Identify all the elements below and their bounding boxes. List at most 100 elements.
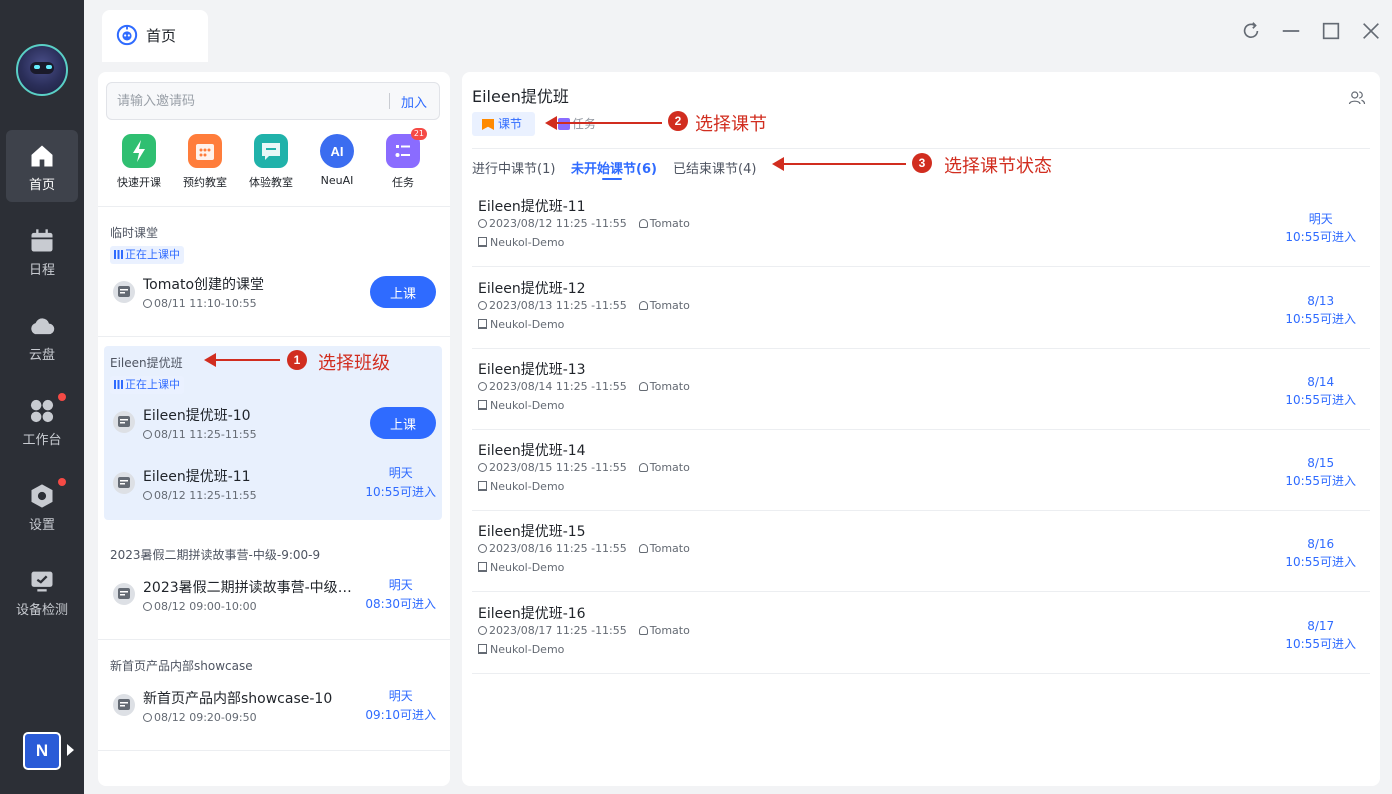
- clock-icon: [478, 463, 487, 472]
- lesson-location: Neukol-Demo: [478, 643, 564, 656]
- lesson-row[interactable]: Eileen提优班-12 2023/08/13 11:25 -11:55 Toma…: [472, 268, 1370, 349]
- user-icon: [638, 544, 648, 553]
- live-status-tag: 正在上课中: [110, 376, 184, 394]
- quick-start-class-button[interactable]: 快速开课: [106, 134, 172, 190]
- lesson-icon: [113, 583, 135, 605]
- device-check-icon: [31, 571, 53, 592]
- chat-icon: [254, 134, 288, 168]
- clock-icon: [478, 544, 487, 553]
- lesson-row[interactable]: Eileen提优班-14 2023/08/15 11:25 -11:55 Toma…: [472, 430, 1370, 511]
- live-status-tag: 正在上课中: [110, 246, 184, 264]
- active-tab-indicator: [602, 178, 622, 180]
- lesson-name[interactable]: Tomato创建的课堂: [143, 274, 264, 294]
- class-list-panel: 加入 快速开课 预约教室 体验教室 AI NeuAI 21 任务 临时课堂 正在…: [98, 72, 450, 786]
- lesson-name[interactable]: 新首页产品内部showcase-10: [143, 688, 332, 708]
- lesson-icon: [113, 472, 135, 494]
- lesson-time: 08/12 09:20-09:50: [143, 711, 257, 724]
- divider: [98, 750, 450, 751]
- refresh-icon[interactable]: [1240, 20, 1262, 42]
- annotation-number-3: 3: [912, 153, 932, 173]
- user-icon: [638, 301, 648, 310]
- lesson-name[interactable]: 2023暑假二期拼读故事营-中级-9:00-9: [143, 577, 353, 597]
- lesson-name: Eileen提优班-16: [478, 606, 586, 622]
- lesson-row[interactable]: Eileen提优班-11 2023/08/12 11:25 -11:55 Toma…: [472, 186, 1370, 267]
- clock-icon: [143, 430, 152, 439]
- join-button[interactable]: 加入: [401, 92, 427, 111]
- members-icon[interactable]: [1348, 89, 1366, 107]
- trial-classroom-button[interactable]: 体验教室: [238, 134, 304, 190]
- enter-time-info: 明天 10:55可进入: [365, 466, 436, 499]
- clock-icon: [478, 301, 487, 310]
- notification-dot: [58, 393, 66, 401]
- start-class-button[interactable]: 上课: [370, 276, 436, 308]
- user-icon: [638, 219, 648, 228]
- sidebar-item-cloud[interactable]: 云盘: [6, 300, 78, 372]
- divider: [472, 148, 1370, 149]
- lesson-name[interactable]: Eileen提优班-11: [143, 466, 251, 486]
- tab-task[interactable]: 任务: [558, 112, 596, 136]
- class-group-title[interactable]: 2023暑假二期拼读故事营-中级-9:00-9: [110, 546, 320, 563]
- building-icon: [478, 562, 487, 572]
- lesson-row[interactable]: Eileen提优班-15 2023/08/16 11:25 -11:55 Toma…: [472, 511, 1370, 592]
- lesson-time: 2023/08/16 11:25 -11:55 Tomato: [478, 542, 690, 555]
- sidebar-item-device-check[interactable]: 设备检测: [6, 555, 78, 627]
- tab-lesson[interactable]: 课节: [472, 112, 535, 136]
- annotation-arrow-2: [545, 116, 662, 130]
- start-class-button[interactable]: 上课: [370, 407, 436, 439]
- lesson-location: Neukol-Demo: [478, 561, 564, 574]
- user-icon: [638, 626, 648, 635]
- lesson-icon: [113, 411, 135, 433]
- workbench-icon: [30, 399, 54, 423]
- tab-home[interactable]: 首页: [102, 10, 208, 62]
- sidebar-item-label: 云盘: [28, 348, 55, 363]
- class-group-title[interactable]: 新首页产品内部showcase: [110, 657, 253, 674]
- lesson-name: Eileen提优班-13: [478, 362, 586, 378]
- sidebar-item-label: 设备检测: [15, 603, 68, 618]
- calendar-icon: [31, 229, 53, 252]
- building-icon: [478, 481, 487, 491]
- annotation-number-2: 2: [668, 111, 688, 131]
- lesson-time: 2023/08/12 11:25 -11:55 Tomato: [478, 217, 690, 230]
- invite-code-input[interactable]: [117, 91, 377, 111]
- sidebar-item-workbench[interactable]: 工作台: [6, 385, 78, 457]
- tab-in-progress[interactable]: 进行中课节(1): [472, 158, 555, 177]
- enter-time-info: 8/15 10:55可进入: [1285, 456, 1356, 488]
- book-classroom-button[interactable]: 预约教室: [172, 134, 238, 190]
- sidebar-item-settings[interactable]: 设置: [6, 470, 78, 542]
- live-bars-icon: [114, 380, 123, 389]
- lesson-name[interactable]: Eileen提优班-10: [143, 405, 251, 425]
- enter-time-info: 8/16 10:55可进入: [1285, 537, 1356, 569]
- class-group-title[interactable]: Eileen提优班: [110, 354, 183, 371]
- sidebar-item-home[interactable]: 首页: [6, 130, 78, 202]
- lesson-location: Neukol-Demo: [478, 480, 564, 493]
- tab-not-started[interactable]: 未开始课节(6): [571, 158, 657, 177]
- sidebar: 首页 日程 云盘 工作台 设置 设备检测 N: [0, 0, 84, 794]
- maximize-icon[interactable]: [1320, 20, 1342, 42]
- building-icon: [478, 644, 487, 654]
- clock-icon: [143, 299, 152, 308]
- enter-time-info: 8/17 10:55可进入: [1285, 619, 1356, 651]
- enter-time-info: 明天 09:10可进入: [365, 689, 436, 722]
- tab-ended[interactable]: 已结束课节(4): [673, 158, 756, 177]
- annotation-arrow-1: [204, 353, 280, 367]
- annotation-text-3: 选择课节状态: [944, 156, 1052, 177]
- robot-logo-icon: [116, 24, 138, 46]
- neuai-button[interactable]: AI NeuAI: [304, 134, 370, 187]
- lesson-name: Eileen提优班-15: [478, 524, 586, 540]
- enter-time-info: 8/13 10:55可进入: [1285, 294, 1356, 326]
- lesson-time: 2023/08/13 11:25 -11:55 Tomato: [478, 299, 690, 312]
- clock-icon: [478, 626, 487, 635]
- lesson-row[interactable]: Eileen提优班-13 2023/08/14 11:25 -11:55 Toma…: [472, 349, 1370, 430]
- sidebar-item-schedule[interactable]: 日程: [6, 215, 78, 287]
- task-button[interactable]: 21 任务: [370, 128, 436, 190]
- avatar[interactable]: [16, 44, 68, 96]
- lightning-icon: [122, 134, 156, 168]
- clock-icon: [143, 713, 152, 722]
- class-group-title[interactable]: 临时课堂: [110, 224, 158, 241]
- app-switcher-button[interactable]: N: [23, 732, 61, 770]
- expand-arrow-icon[interactable]: [67, 744, 74, 756]
- close-icon[interactable]: [1360, 20, 1382, 42]
- lesson-row[interactable]: Eileen提优班-16 2023/08/17 11:25 -11:55 Toma…: [472, 593, 1370, 674]
- settings-icon: [31, 484, 53, 508]
- minimize-icon[interactable]: [1280, 20, 1302, 42]
